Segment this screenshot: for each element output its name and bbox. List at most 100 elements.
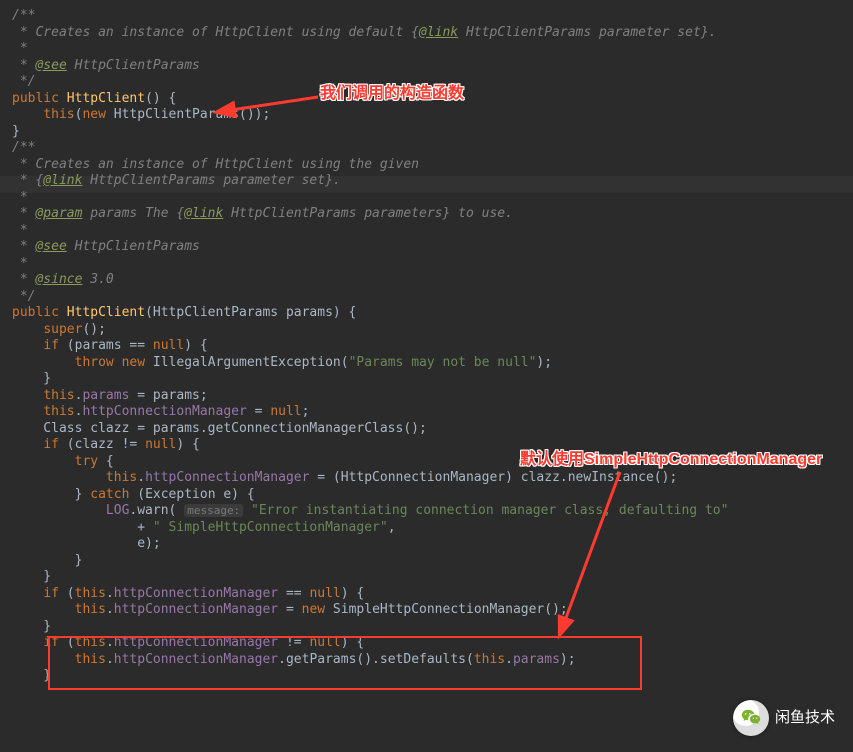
kw-throw-new: throw new bbox=[75, 355, 145, 370]
indent bbox=[12, 503, 106, 518]
kw-this: this bbox=[43, 404, 74, 419]
field-hcm: httpConnectionManager bbox=[114, 635, 278, 650]
code: = bbox=[247, 404, 270, 419]
field-hcm: httpConnectionManager bbox=[145, 470, 309, 485]
field-hcm: httpConnectionManager bbox=[82, 404, 246, 419]
javadoc-close: */ bbox=[12, 74, 35, 89]
kw-new: new bbox=[82, 107, 105, 122]
string-lit: "Error instantiating connection manager … bbox=[251, 503, 728, 518]
kw-this: this bbox=[75, 635, 106, 650]
wechat-icon bbox=[740, 707, 762, 729]
annotation-default-manager: 默认使用SimpleHttpConnectionManager bbox=[520, 452, 822, 469]
dot: . bbox=[137, 470, 145, 485]
indent bbox=[12, 602, 75, 617]
code: Class clazz = params.getConnectionManage… bbox=[12, 421, 427, 436]
indent bbox=[12, 635, 43, 650]
brace: } bbox=[12, 553, 82, 568]
javadoc-line: * Creates an instance of HttpClient usin… bbox=[12, 25, 419, 40]
kw-catch: catch bbox=[90, 487, 129, 502]
kw-null: null bbox=[153, 338, 184, 353]
dot: . bbox=[106, 652, 114, 667]
field-hcm: httpConnectionManager bbox=[114, 652, 278, 667]
indent bbox=[12, 107, 43, 122]
code: ) { bbox=[184, 338, 207, 353]
javadoc-line: * bbox=[12, 272, 35, 287]
code: SimpleHttpConnectionManager(); bbox=[325, 602, 568, 617]
code: ) { bbox=[341, 586, 364, 601]
javadoc-line: * bbox=[12, 41, 28, 56]
code: ( bbox=[59, 586, 75, 601]
javadoc-line: HttpClientParams parameters} to use. bbox=[223, 206, 513, 221]
code: (HttpClientParams params) { bbox=[145, 305, 356, 320]
code: () { bbox=[145, 91, 176, 106]
kw-if: if bbox=[43, 586, 59, 601]
string-lit: "Params may not be null" bbox=[349, 355, 537, 370]
indent bbox=[12, 355, 75, 370]
field-hcm: httpConnectionManager bbox=[114, 602, 278, 617]
kw-this: this bbox=[75, 652, 106, 667]
indent bbox=[12, 586, 43, 601]
code: + bbox=[12, 520, 153, 535]
kw-this: this bbox=[75, 586, 106, 601]
code: ); bbox=[560, 652, 576, 667]
indent bbox=[12, 404, 43, 419]
code: { bbox=[98, 454, 114, 469]
watermark-text: 闲鱼技术 bbox=[775, 710, 835, 727]
code: (clazz != bbox=[59, 437, 145, 452]
javadoc-line: * { bbox=[12, 173, 43, 188]
field-params: params bbox=[513, 652, 560, 667]
javadoc-see: @see bbox=[35, 58, 66, 73]
comma: , bbox=[388, 520, 396, 535]
param-hint: message: bbox=[184, 504, 243, 517]
ctor-name: HttpClient bbox=[59, 91, 145, 106]
javadoc-close: */ bbox=[12, 289, 35, 304]
code: = bbox=[278, 602, 301, 617]
indent bbox=[12, 454, 75, 469]
code: = params; bbox=[129, 388, 207, 403]
indent bbox=[12, 652, 75, 667]
code: (params == bbox=[59, 338, 153, 353]
kw-if: if bbox=[43, 437, 59, 452]
kw-this: this bbox=[43, 107, 74, 122]
javadoc-see: @see bbox=[35, 239, 66, 254]
javadoc-since: @since bbox=[35, 272, 82, 287]
kw-this: this bbox=[75, 602, 106, 617]
javadoc-line: params The { bbox=[82, 206, 184, 221]
code: != bbox=[278, 635, 309, 650]
dot: . bbox=[505, 652, 513, 667]
code: (); bbox=[82, 322, 105, 337]
kw-null: null bbox=[309, 586, 340, 601]
javadoc-line: * bbox=[12, 206, 35, 221]
kw-null: null bbox=[309, 635, 340, 650]
code: IllegalArgumentException( bbox=[145, 355, 349, 370]
kw-this: this bbox=[43, 388, 74, 403]
string-lit: " SimpleHttpConnectionManager" bbox=[153, 520, 388, 535]
semi: ; bbox=[302, 404, 310, 419]
javadoc-line: * bbox=[12, 223, 28, 238]
wechat-logo-icon bbox=[733, 700, 769, 736]
javadoc-link: @link bbox=[43, 173, 82, 188]
code: } bbox=[12, 487, 90, 502]
kw-new: new bbox=[302, 602, 325, 617]
dot: . bbox=[106, 635, 114, 650]
indent bbox=[12, 437, 43, 452]
javadoc-line: HttpClientParams parameter set}. bbox=[458, 25, 716, 40]
code: ) { bbox=[176, 437, 199, 452]
kw-this: this bbox=[106, 470, 137, 485]
brace: } bbox=[12, 619, 51, 634]
code-editor[interactable]: /** * Creates an instance of HttpClient … bbox=[0, 0, 853, 685]
dot: . bbox=[106, 602, 114, 617]
field-hcm: httpConnectionManager bbox=[114, 586, 278, 601]
javadoc-line: HttpClientParams bbox=[67, 239, 200, 254]
ctor-name: HttpClient bbox=[59, 305, 145, 320]
brace: } bbox=[12, 124, 20, 139]
javadoc-open: /** bbox=[12, 140, 35, 155]
javadoc-open: /** bbox=[12, 8, 35, 23]
javadoc-line: * bbox=[12, 239, 35, 254]
field-params: params bbox=[82, 388, 129, 403]
brace: } bbox=[12, 668, 51, 683]
kw-this: this bbox=[474, 652, 505, 667]
code: .getParams().setDefaults( bbox=[278, 652, 474, 667]
kw-try: try bbox=[75, 454, 98, 469]
code: HttpClientParams()); bbox=[106, 107, 270, 122]
